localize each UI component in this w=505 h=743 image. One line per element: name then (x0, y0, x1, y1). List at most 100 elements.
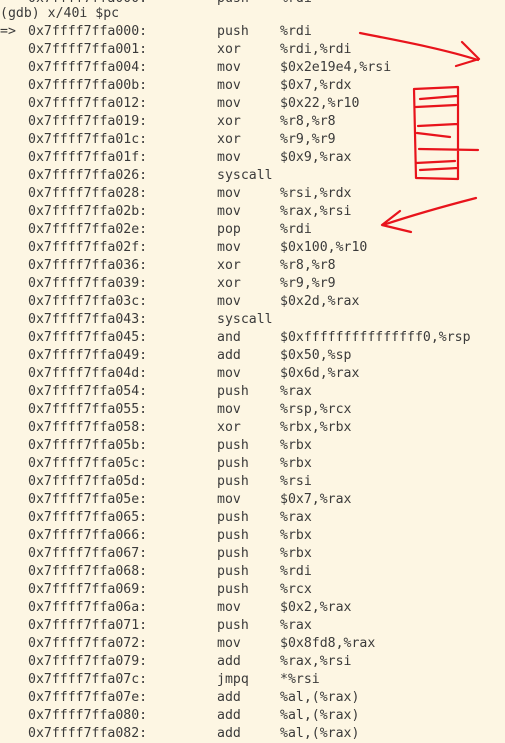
instruction-mnemonic: push (217, 438, 249, 453)
instruction-mnemonic: mov (217, 150, 241, 165)
instruction-mnemonic: xor (217, 132, 241, 147)
instruction-address: 0x7ffff7ffa02b: (28, 204, 148, 219)
instruction-address: 0x7ffff7ffa001: (28, 42, 148, 57)
instruction-operands: %rdi (280, 222, 312, 237)
instruction-mnemonic: add (217, 654, 241, 669)
instruction-mnemonic: push (217, 582, 249, 597)
instruction-operands: %rbx (280, 456, 312, 471)
instruction-mnemonic: mov (217, 186, 241, 201)
instruction-mnemonic: jmpq (217, 672, 249, 687)
instruction-address: 0x7ffff7ffa05e: (28, 492, 148, 507)
instruction-operands: $0x2d,%rax (280, 294, 360, 309)
instruction-address: 0x7ffff7ffa026: (28, 168, 148, 183)
instruction-address: 0x7ffff7ffa082: (28, 726, 148, 741)
instruction-operands: $0x22,%r10 (280, 96, 360, 111)
instruction-operands: $0x8fd8,%rax (280, 636, 376, 651)
instruction-address: 0x7ffff7ffa066: (28, 528, 148, 543)
instruction-operands: $0x2e19e4,%rsi (280, 60, 392, 75)
instruction-operands: %rax,%rsi (280, 204, 352, 219)
instruction-mnemonic: mov (217, 492, 241, 507)
instruction-mnemonic: push (217, 456, 249, 471)
instruction-operands: %rbx,%rbx (280, 420, 352, 435)
instruction-address: 0x7ffff7ffa00b: (28, 78, 148, 93)
instruction-operands: %rsp,%rcx (280, 402, 352, 417)
instruction-operands: %rcx (280, 582, 312, 597)
instruction-address: 0x7ffff7ffa012: (28, 96, 148, 111)
instruction-mnemonic: push (217, 0, 249, 8)
instruction-mnemonic: push (217, 546, 249, 561)
instruction-operands: %al,(%rax) (280, 726, 360, 741)
instruction-operands: %r8,%r8 (280, 114, 336, 129)
instruction-operands: %rax (280, 384, 312, 399)
instruction-operands: $0x2,%rax (280, 600, 352, 615)
instruction-mnemonic: mov (217, 366, 241, 381)
instruction-operands: %r8,%r8 (280, 258, 336, 273)
instruction-address: 0x7ffff7ffa000: (28, 24, 148, 39)
instruction-address: 0x7ffff7ffa036: (28, 258, 148, 273)
gdb-terminal[interactable]: 0x7ffff7ffa000: push %rdi (gdb) x/40i $p… (0, 0, 505, 741)
instruction-mnemonic: syscall (217, 168, 273, 183)
instruction-operands: $0x50,%sp (280, 348, 352, 363)
instruction-address: 0x7ffff7ffa069: (28, 582, 148, 597)
instruction-address: 0x7ffff7ffa079: (28, 654, 148, 669)
instruction-operands: %rdi,%rdi (280, 42, 352, 57)
instruction-mnemonic: mov (217, 60, 241, 75)
instruction-mnemonic: add (217, 726, 241, 741)
instruction-address: 0x7ffff7ffa045: (28, 330, 148, 345)
instruction-mnemonic: push (217, 564, 249, 579)
instruction-mnemonic: xor (217, 420, 241, 435)
instruction-operands: %rsi,%rdx (280, 186, 352, 201)
instruction-address: 0x7ffff7ffa080: (28, 708, 148, 723)
instruction-address: 0x7ffff7ffa049: (28, 348, 148, 363)
instruction-operands: %rsi (280, 474, 312, 489)
instruction-address: 0x7ffff7ffa043: (28, 312, 148, 327)
instruction-mnemonic: pop (217, 222, 241, 237)
instruction-address: 0x7ffff7ffa067: (28, 546, 148, 561)
instruction-mnemonic: push (217, 528, 249, 543)
instruction-operands: %rax,%rsi (280, 654, 352, 669)
instruction-operands: $0x9,%rax (280, 150, 352, 165)
instruction-mnemonic: xor (217, 114, 241, 129)
instruction-mnemonic: mov (217, 240, 241, 255)
instruction-address: 0x7ffff7ffa072: (28, 636, 148, 651)
instruction-mnemonic: mov (217, 294, 241, 309)
instruction-mnemonic: mov (217, 204, 241, 219)
gdb-command-line: (gdb) x/40i $pc (0, 5, 119, 23)
instruction-address: 0x7ffff7ffa05d: (28, 474, 148, 489)
instruction-operands: %rdi (280, 564, 312, 579)
instruction-address: 0x7ffff7ffa01c: (28, 132, 148, 147)
instruction-operands: $0x7,%rax (280, 492, 352, 507)
instruction-operands: $0x6d,%rax (280, 366, 360, 381)
instruction-address: 0x7ffff7ffa03c: (28, 294, 148, 309)
instruction-operands: %al,(%rax) (280, 708, 360, 723)
instruction-address: 0x7ffff7ffa05c: (28, 456, 148, 471)
instruction-operands: %rdi (280, 24, 312, 39)
instruction-mnemonic: syscall (217, 312, 273, 327)
instruction-mnemonic: mov (217, 402, 241, 417)
instruction-mnemonic: push (217, 384, 249, 399)
instruction-address: 0x7ffff7ffa071: (28, 618, 148, 633)
instruction-address: 0x7ffff7ffa07e: (28, 690, 148, 705)
instruction-address: 0x7ffff7ffa028: (28, 186, 148, 201)
instruction-address: 0x7ffff7ffa05b: (28, 438, 148, 453)
instruction-address: 0x7ffff7ffa004: (28, 60, 148, 75)
instruction-operands: %rax (280, 618, 312, 633)
instruction-mnemonic: mov (217, 600, 241, 615)
instruction-operands: %rbx (280, 438, 312, 453)
instruction-address: 0x7ffff7ffa055: (28, 402, 148, 417)
current-instruction-marker: => (0, 24, 16, 39)
instruction-address: 0x7ffff7ffa07c: (28, 672, 148, 687)
instruction-mnemonic: push (217, 510, 249, 525)
instruction-mnemonic: add (217, 690, 241, 705)
instruction-operands: %r9,%r9 (280, 276, 336, 291)
instruction-mnemonic: mov (217, 636, 241, 651)
instruction-address: 0x7ffff7ffa054: (28, 384, 148, 399)
instruction-address: 0x7ffff7ffa065: (28, 510, 148, 525)
instruction-mnemonic: xor (217, 258, 241, 273)
instruction-operands: $0x100,%r10 (280, 240, 368, 255)
instruction-mnemonic: xor (217, 42, 241, 57)
instruction-operands: %al,(%rax) (280, 690, 360, 705)
instruction-address: 0x7ffff7ffa068: (28, 564, 148, 579)
instruction-operands: %rax (280, 510, 312, 525)
instruction-operands: %rbx (280, 528, 312, 543)
